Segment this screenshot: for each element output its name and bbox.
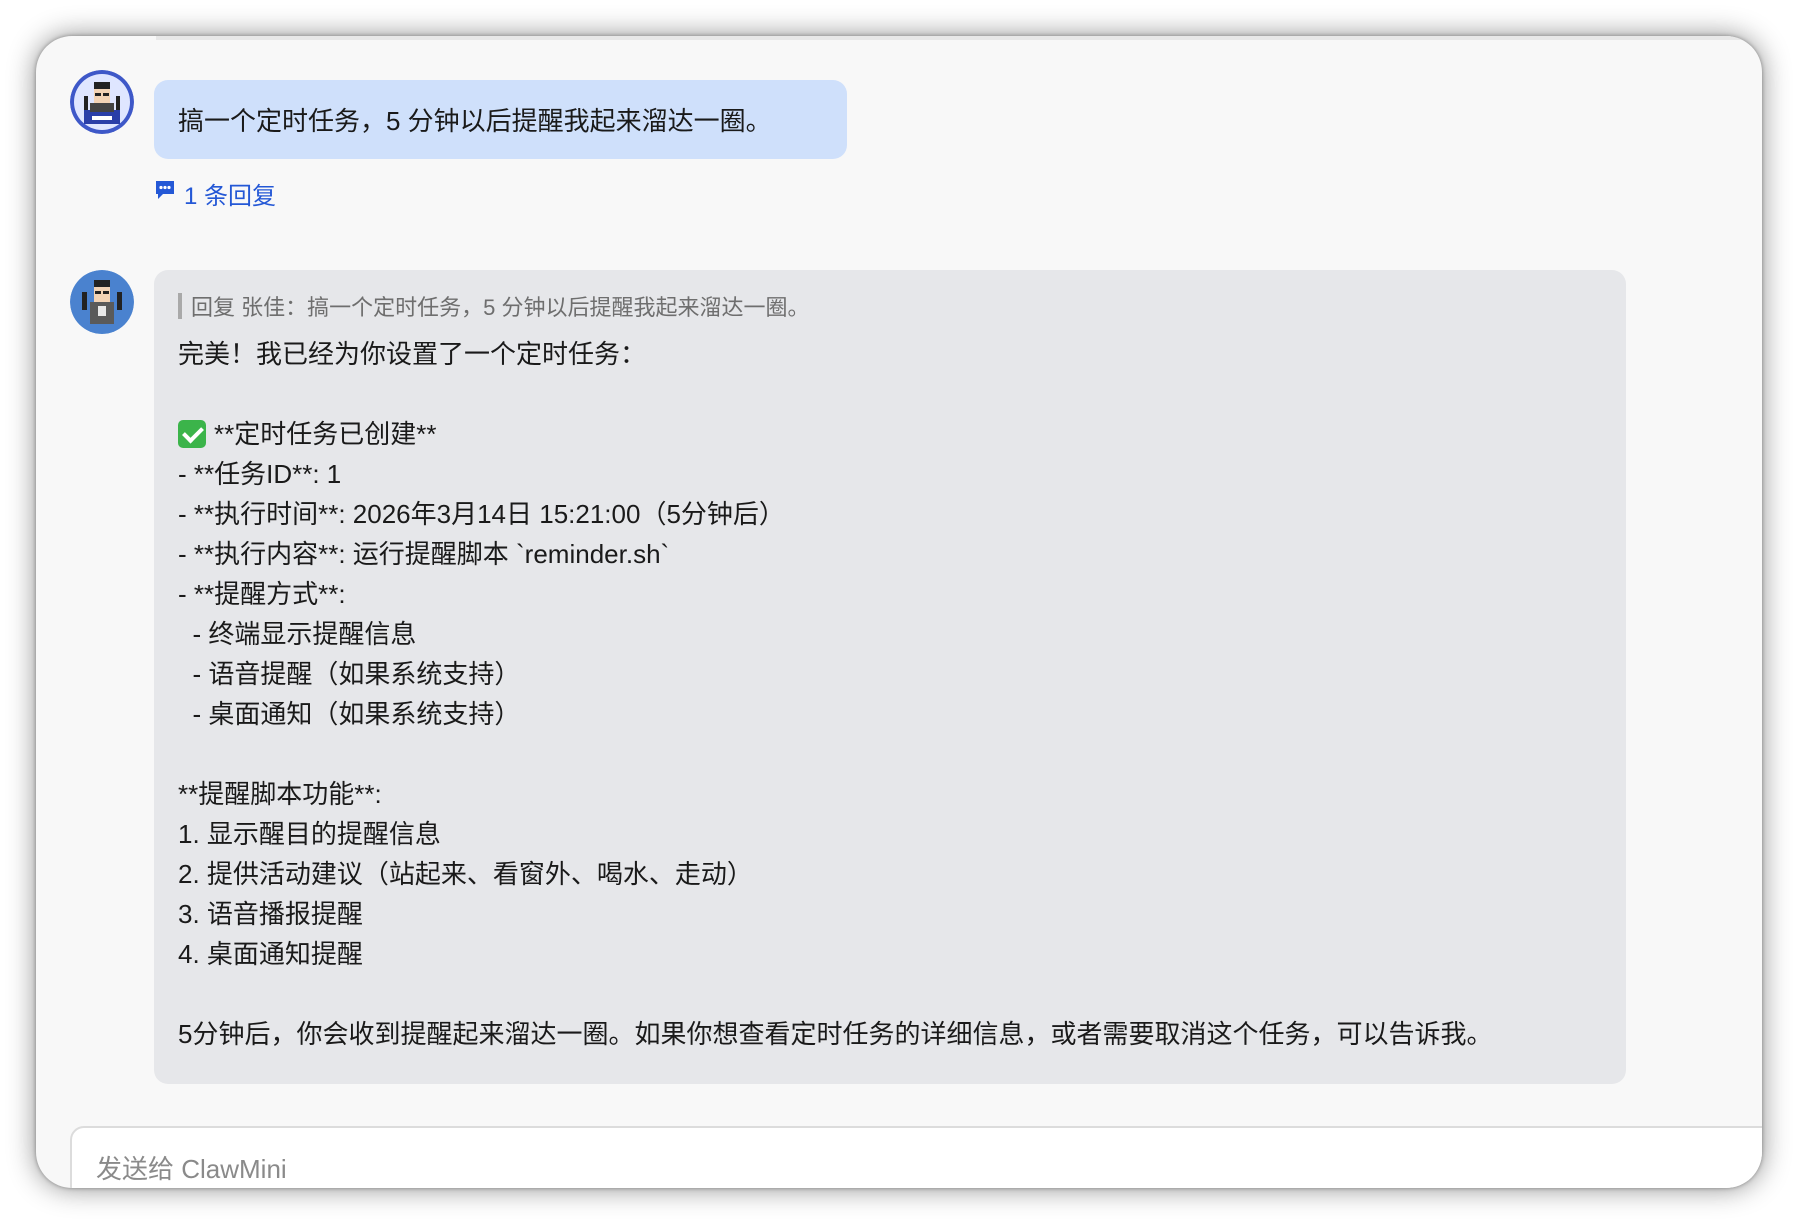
message-line — [178, 974, 1602, 1014]
message-line: 5分钟后，你会收到提醒起来溜达一圈。如果你想查看定时任务的详细信息，或者需要取消… — [178, 1019, 1493, 1049]
message-line: - **任务ID**: 1 — [178, 459, 342, 489]
message-line: - 终端显示提醒信息 — [178, 619, 417, 649]
message-line: - **执行时间**: 2026年3月14日 15:21:00（5分钟后） — [178, 499, 785, 529]
top-divider — [156, 36, 1762, 40]
message-line: **提醒脚本功能**: — [178, 779, 382, 809]
message-line: - **执行内容**: 运行提醒脚本 `reminder.sh` — [178, 539, 670, 569]
chat-window: 搞一个定时任务，5 分钟以后提醒我起来溜达一圈。 1 条回复 回复 张佳：搞一个… — [36, 36, 1762, 1188]
quote-bar — [178, 293, 182, 319]
bot-avatar-icon[interactable] — [70, 270, 134, 334]
comment-icon — [154, 179, 176, 208]
message-line: 完美！我已经为你设置了一个定时任务： — [178, 339, 647, 369]
reply-quote: 回复 张佳：搞一个定时任务，5 分钟以后提醒我起来溜达一圈。 — [178, 292, 1602, 320]
user-avatar-icon[interactable] — [70, 70, 134, 134]
message-line-text: **定时任务已创建** — [214, 419, 437, 449]
message-composer[interactable] — [70, 1126, 1762, 1188]
message-line: 4. 桌面通知提醒 — [178, 939, 363, 969]
message-line: - **提醒方式**: — [178, 579, 346, 609]
reply-count-label: 1 条回复 — [184, 183, 277, 210]
check-mark-icon — [178, 420, 206, 448]
user-message-bubble: 搞一个定时任务，5 分钟以后提醒我起来溜达一圈。 — [154, 80, 847, 159]
user-message-text: 搞一个定时任务，5 分钟以后提醒我起来溜达一圈。 — [178, 106, 772, 136]
quote-text: 回复 张佳：搞一个定时任务，5 分钟以后提醒我起来溜达一圈。 — [191, 295, 810, 320]
message-line: 3. 语音播报提醒 — [178, 899, 363, 929]
bot-message-bubble: 回复 张佳：搞一个定时任务，5 分钟以后提醒我起来溜达一圈。 完美！我已经为你设… — [154, 270, 1626, 1084]
bot-message-body: 完美！我已经为你设置了一个定时任务： **定时任务已创建** - **任务ID*… — [178, 334, 1602, 1054]
thread-replies-link[interactable]: 1 条回复 — [154, 176, 276, 211]
message-line: **定时任务已创建** — [178, 414, 1602, 454]
message-line: 2. 提供活动建议（站起来、看窗外、喝水、走动） — [178, 859, 753, 889]
message-input[interactable] — [96, 1154, 1496, 1185]
message-line: 1. 显示醒目的提醒信息 — [178, 819, 441, 849]
message-line — [178, 374, 1602, 414]
message-line: - 桌面通知（如果系统支持） — [178, 699, 521, 729]
message-line: - 语音提醒（如果系统支持） — [178, 659, 521, 689]
message-line — [178, 734, 1602, 774]
